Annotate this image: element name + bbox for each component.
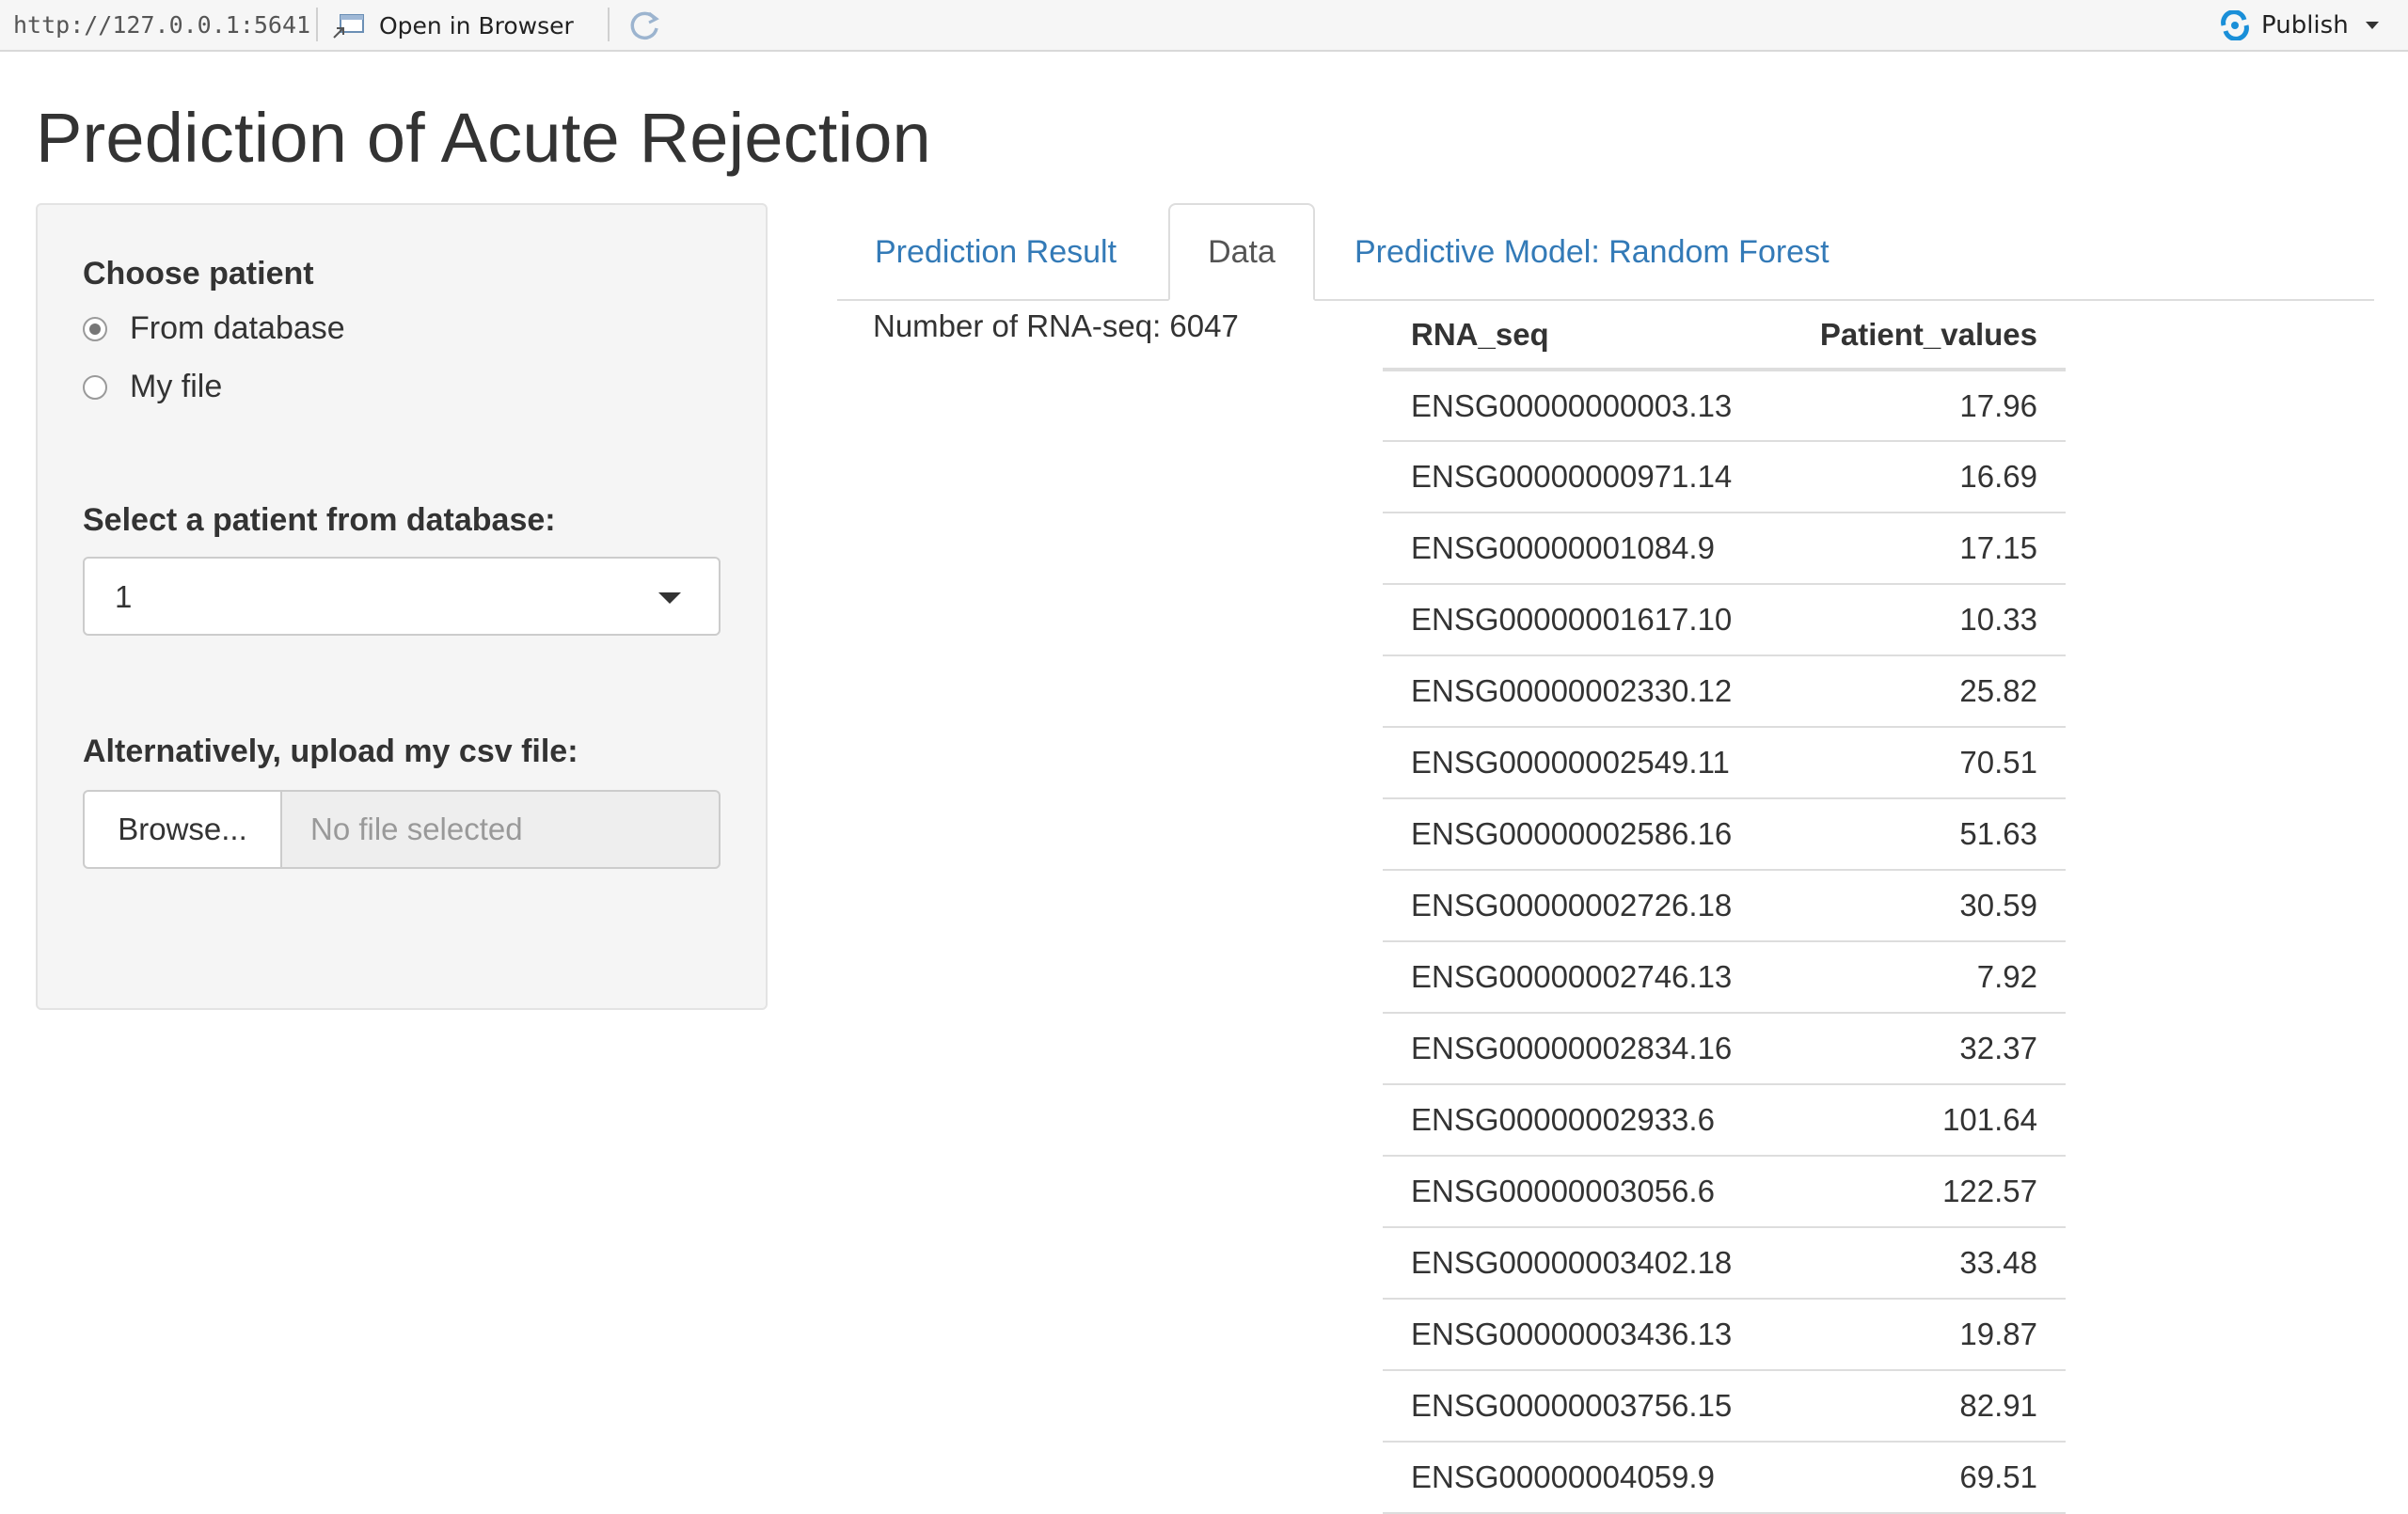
radio-label: My file xyxy=(130,369,223,404)
choose-patient-label: Choose patient xyxy=(83,256,314,292)
rna-seq-cell: ENSG00000002330.12 xyxy=(1383,655,1779,728)
table-row: ENSG00000002586.16 51.63 xyxy=(1383,798,2066,871)
table-row: ENSG00000003756.15 82.91 xyxy=(1383,1370,2066,1443)
select-patient-label: Select a patient from database: xyxy=(83,502,556,538)
tab-predictive-model[interactable]: Predictive Model: Random Forest xyxy=(1354,203,1919,301)
chevron-down-icon xyxy=(658,592,681,604)
table-row: ENSG00000002726.18 30.59 xyxy=(1383,870,2066,942)
rna-seq-cell: ENSG00000002746.13 xyxy=(1383,941,1779,1014)
radio-label: From database xyxy=(130,310,345,346)
patient-value-cell: 17.96 xyxy=(1778,370,2066,442)
tab-prediction-result[interactable]: Prediction Result xyxy=(875,203,1157,301)
radio-from-database[interactable]: From database xyxy=(83,310,345,347)
rna-seq-cell: ENSG00000003056.6 xyxy=(1383,1156,1779,1228)
radio-button-checked[interactable] xyxy=(83,316,107,341)
rna-seq-cell: ENSG00000001617.10 xyxy=(1383,584,1779,656)
table-row: ENSG00000003436.13 19.87 xyxy=(1383,1299,2066,1371)
browse-button[interactable]: Browse... xyxy=(83,790,282,869)
refresh-icon[interactable] xyxy=(626,8,662,43)
patient-select[interactable]: 1 xyxy=(83,557,721,636)
table-row: ENSG00000003402.18 33.48 xyxy=(1383,1227,2066,1300)
patient-value-cell: 30.59 xyxy=(1778,870,2066,942)
rna-seq-cell: ENSG00000001084.9 xyxy=(1383,513,1779,585)
table-row: ENSG00000003056.6 122.57 xyxy=(1383,1156,2066,1228)
publish-button[interactable]: Publish xyxy=(2216,9,2381,41)
toolbar-divider xyxy=(316,8,318,41)
rna-seq-cell: ENSG00000002586.16 xyxy=(1383,798,1779,871)
patient-value-cell: 122.57 xyxy=(1778,1156,2066,1228)
tab-data[interactable]: Data xyxy=(1168,203,1315,301)
table-header-row: RNA_seq Patient_values xyxy=(1383,301,2066,371)
rna-seq-cell: ENSG00000000003.13 xyxy=(1383,370,1779,442)
url-display[interactable]: http://127.0.0.1:5641 xyxy=(13,11,310,39)
open-in-browser-label: Open in Browser xyxy=(379,11,574,39)
data-table: RNA_seq Patient_values ENSG00000000003.1… xyxy=(1383,301,2066,1514)
toolbar-divider xyxy=(608,8,610,41)
file-upload: Browse... No file selected xyxy=(83,790,721,869)
publish-label: Publish xyxy=(2261,11,2349,39)
radio-button[interactable] xyxy=(83,374,107,400)
table-row: ENSG00000002933.6 101.64 xyxy=(1383,1084,2066,1157)
column-header-rna-seq[interactable]: RNA_seq xyxy=(1383,301,1779,371)
table-row: ENSG00000001084.9 17.15 xyxy=(1383,513,2066,585)
table-row: ENSG00000002834.16 32.37 xyxy=(1383,1013,2066,1085)
upload-label: Alternatively, upload my csv file: xyxy=(83,733,578,769)
patient-value-cell: 19.87 xyxy=(1778,1299,2066,1371)
table-row: ENSG00000000003.13 17.96 xyxy=(1383,370,2066,442)
patient-value-cell: 10.33 xyxy=(1778,584,2066,656)
rna-seq-cell: ENSG00000002834.16 xyxy=(1383,1013,1779,1085)
chevron-down-icon[interactable] xyxy=(2364,20,2381,31)
tab-bar: Prediction Result Data Predictive Model:… xyxy=(837,203,2374,301)
rna-seq-cell: ENSG00000000971.14 xyxy=(1383,441,1779,513)
sidebar-panel: Choose patient From database My file Sel… xyxy=(36,203,768,1010)
rna-seq-cell: ENSG00000003436.13 xyxy=(1383,1299,1779,1371)
patient-value-cell: 32.37 xyxy=(1778,1013,2066,1085)
patient-value-cell: 70.51 xyxy=(1778,727,2066,799)
rna-seq-cell: ENSG00000002726.18 xyxy=(1383,870,1779,942)
page-title: Prediction of Acute Rejection xyxy=(36,99,931,177)
rna-seq-count: Number of RNA-seq: 6047 xyxy=(873,308,1239,343)
patient-value-cell: 82.91 xyxy=(1778,1370,2066,1443)
rna-seq-cell: ENSG00000003402.18 xyxy=(1383,1227,1779,1300)
table-row: ENSG00000002746.13 7.92 xyxy=(1383,941,2066,1014)
table-row: ENSG00000001617.10 10.33 xyxy=(1383,584,2066,656)
patient-value-cell: 69.51 xyxy=(1778,1442,2066,1514)
patient-value-cell: 25.82 xyxy=(1778,655,2066,728)
patient-value-cell: 16.69 xyxy=(1778,441,2066,513)
open-in-browser-button[interactable]: Open in Browser xyxy=(332,9,574,41)
table-row: ENSG00000004059.9 69.51 xyxy=(1383,1442,2066,1514)
table-row: ENSG00000002549.11 70.51 xyxy=(1383,727,2066,799)
table-row: ENSG00000000971.14 16.69 xyxy=(1383,441,2066,513)
patient-value-cell: 7.92 xyxy=(1778,941,2066,1014)
rna-seq-cell: ENSG00000003756.15 xyxy=(1383,1370,1779,1443)
open-in-browser-icon xyxy=(333,14,364,39)
rna-seq-cell: ENSG00000002549.11 xyxy=(1383,727,1779,799)
patient-value-cell: 33.48 xyxy=(1778,1227,2066,1300)
publish-icon xyxy=(2221,10,2249,40)
rna-seq-cell: ENSG00000002933.6 xyxy=(1383,1084,1779,1157)
viewer-toolbar: http://127.0.0.1:5641 Open in Browser Pu… xyxy=(0,0,2408,52)
table-row: ENSG00000002330.12 25.82 xyxy=(1383,655,2066,728)
file-name-field[interactable]: No file selected xyxy=(282,790,721,869)
radio-my-file[interactable]: My file xyxy=(83,369,222,405)
column-header-patient-values[interactable]: Patient_values xyxy=(1778,301,2066,371)
rna-seq-cell: ENSG00000004059.9 xyxy=(1383,1442,1779,1514)
patient-select-value: 1 xyxy=(115,579,133,614)
patient-value-cell: 17.15 xyxy=(1778,513,2066,585)
patient-value-cell: 51.63 xyxy=(1778,798,2066,871)
patient-value-cell: 101.64 xyxy=(1778,1084,2066,1157)
